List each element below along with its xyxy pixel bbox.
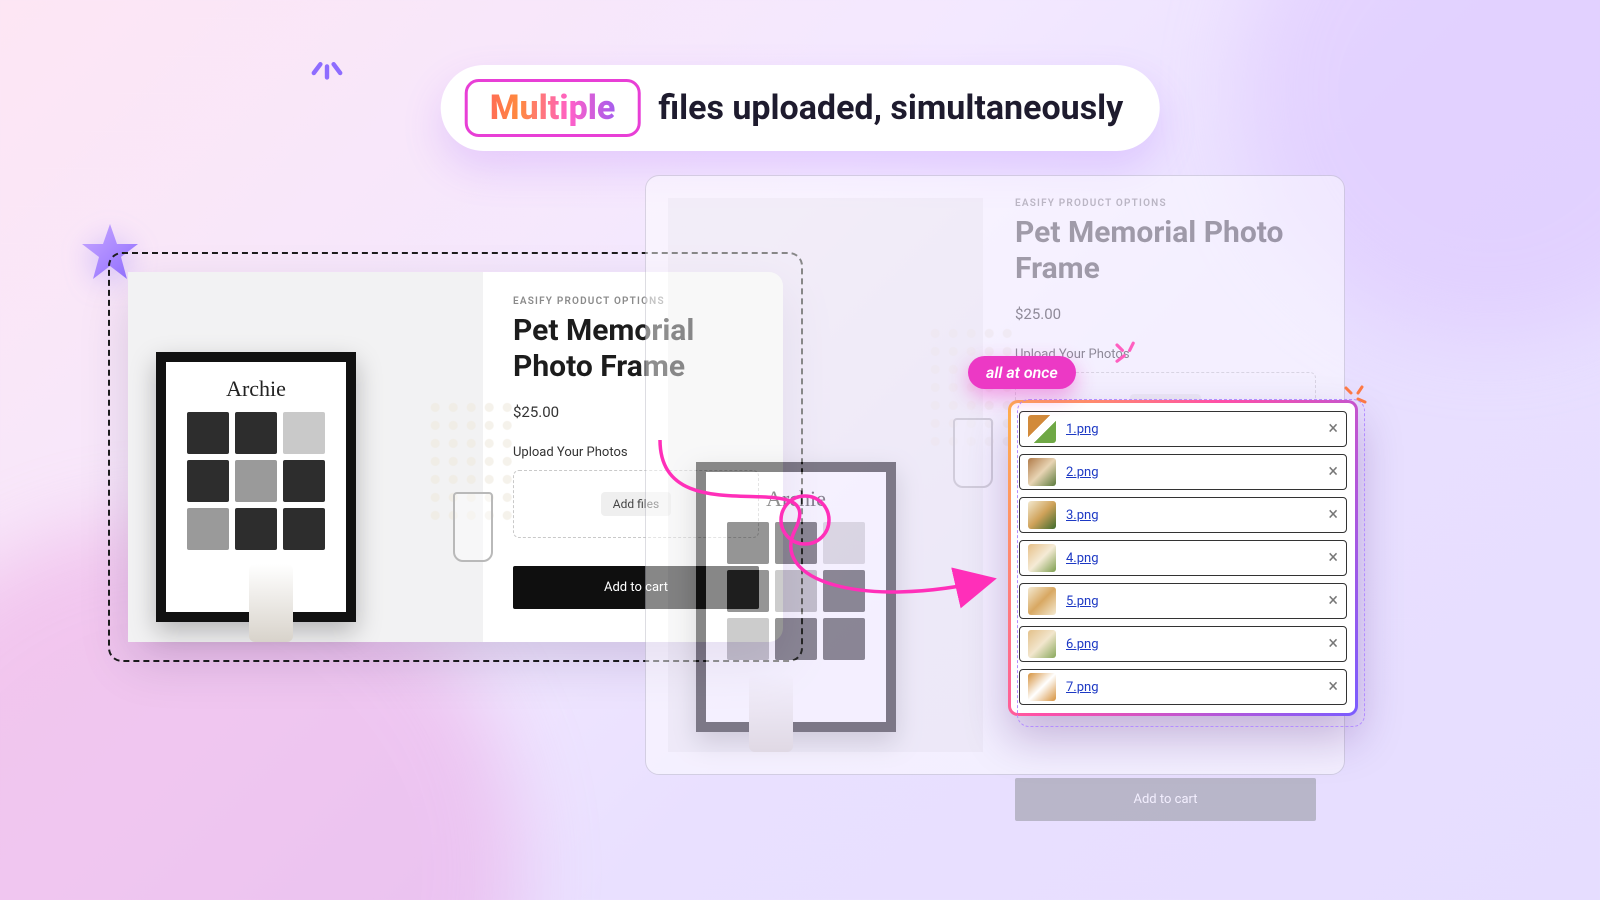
file-thumbnail bbox=[1028, 587, 1056, 615]
file-thumbnail bbox=[1028, 673, 1056, 701]
file-row: 6.png × bbox=[1019, 626, 1347, 662]
product-eyebrow: EASIFY PRODUCT OPTIONS bbox=[1015, 198, 1316, 209]
file-thumbnail bbox=[1028, 544, 1056, 572]
file-row: 2.png × bbox=[1019, 454, 1347, 490]
file-link[interactable]: 7.png bbox=[1066, 680, 1099, 695]
add-to-cart-button[interactable]: Add to cart bbox=[1015, 778, 1316, 821]
file-link[interactable]: 6.png bbox=[1066, 637, 1099, 652]
frame-title: Archie bbox=[226, 376, 286, 402]
sparkle-icon bbox=[305, 40, 349, 88]
headline-badge: Multiple bbox=[465, 79, 641, 137]
product-image: Archie bbox=[668, 198, 983, 752]
annotation-pill: all at once bbox=[968, 356, 1076, 389]
file-row: 1.png × bbox=[1019, 411, 1347, 447]
file-thumbnail bbox=[1028, 501, 1056, 529]
file-thumbnail bbox=[1028, 415, 1056, 443]
headline-text: files uploaded, simultaneously bbox=[658, 88, 1123, 128]
file-link[interactable]: 3.png bbox=[1066, 508, 1099, 523]
file-thumbnail bbox=[1028, 630, 1056, 658]
frame-title: Archie bbox=[766, 486, 826, 512]
remove-file-button[interactable]: × bbox=[1328, 463, 1338, 481]
photo-frame-mock: Archie bbox=[696, 462, 896, 732]
file-link[interactable]: 5.png bbox=[1066, 594, 1099, 609]
remove-file-button[interactable]: × bbox=[1328, 549, 1338, 567]
sparkle-icon bbox=[1108, 336, 1144, 376]
headline-banner: Multiple files uploaded, simultaneously bbox=[441, 65, 1160, 151]
remove-file-button[interactable]: × bbox=[1328, 420, 1338, 438]
file-row: 3.png × bbox=[1019, 497, 1347, 533]
remove-file-button[interactable]: × bbox=[1328, 592, 1338, 610]
product-title: Pet Memorial Photo Frame bbox=[1015, 215, 1316, 287]
uploaded-files-panel: 1.png×2.png×3.png×4.png×5.png×6.png×7.pn… bbox=[1008, 400, 1358, 716]
remove-file-button[interactable]: × bbox=[1328, 678, 1338, 696]
file-link[interactable]: 2.png bbox=[1066, 465, 1099, 480]
file-row: 4.png × bbox=[1019, 540, 1347, 576]
remove-file-button[interactable]: × bbox=[1328, 635, 1338, 653]
file-row: 5.png × bbox=[1019, 583, 1347, 619]
file-thumbnail bbox=[1028, 458, 1056, 486]
product-image: Archie bbox=[128, 272, 483, 642]
file-link[interactable]: 1.png bbox=[1066, 422, 1099, 437]
file-link[interactable]: 4.png bbox=[1066, 551, 1099, 566]
product-price: $25.00 bbox=[1015, 305, 1316, 323]
remove-file-button[interactable]: × bbox=[1328, 506, 1338, 524]
file-row: 7.png × bbox=[1019, 669, 1347, 705]
